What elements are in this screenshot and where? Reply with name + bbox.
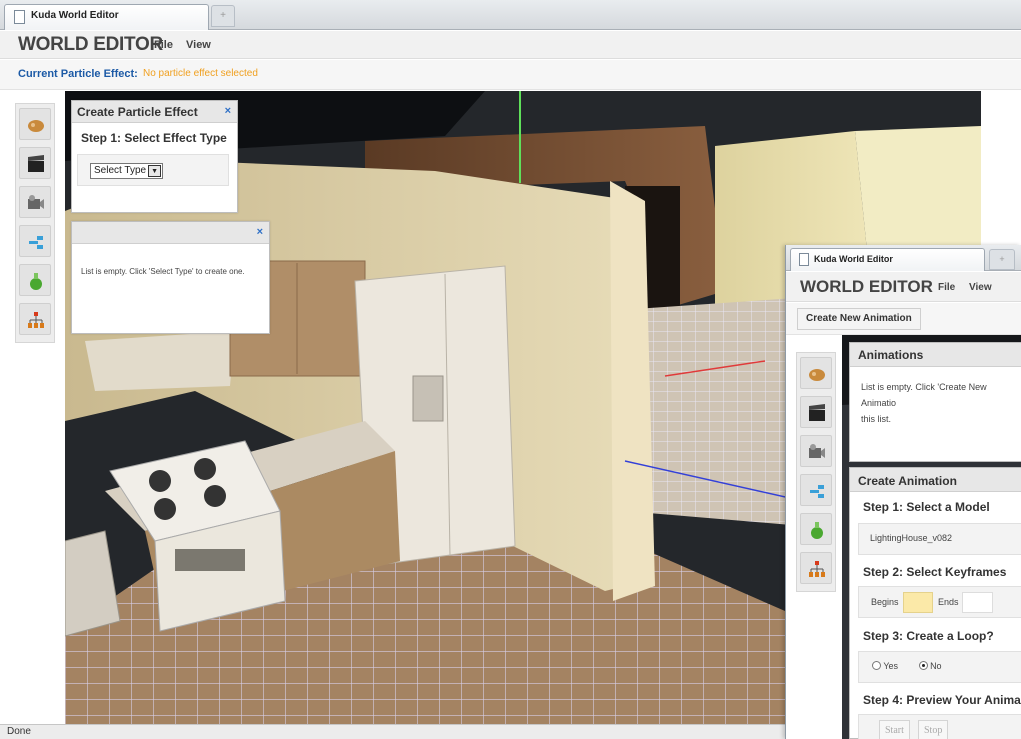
- anim-step3-title: Step 3: Create a Loop?: [863, 629, 994, 643]
- current-effect-value: No particle effect selected: [143, 68, 258, 79]
- preview-row: Start Stop: [858, 714, 1021, 739]
- new-tab-button[interactable]: +: [211, 5, 235, 27]
- browser-tab-2[interactable]: Kuda World Editor: [790, 248, 985, 271]
- particle-list-header: ×: [72, 222, 269, 244]
- browser-tab-title-2: Kuda World Editor: [814, 254, 893, 264]
- menu-view-2[interactable]: View: [969, 282, 992, 293]
- second-editor-window: Kuda World Editor + WORLD EDITOR File Vi…: [785, 245, 1021, 739]
- create-particle-header: Create Particle Effect ×: [72, 101, 237, 123]
- animations-panel: Animations List is empty. Click 'Create …: [849, 342, 1021, 462]
- hedgehog-icon: [28, 120, 44, 132]
- current-effect-bar: Current Particle Effect: No particle eff…: [0, 60, 1021, 90]
- tool-palette-2: [796, 352, 836, 592]
- potion-flask-icon: [811, 522, 823, 539]
- particle-list-panel: × List is empty. Click 'Select Type' to …: [71, 221, 270, 334]
- anim-step2-title: Step 2: Select Keyframes: [863, 565, 1007, 579]
- menu-view[interactable]: View: [186, 39, 211, 51]
- tool-button-hedgehog-2[interactable]: [800, 357, 832, 389]
- model-select-value: LightingHouse_v082: [870, 533, 953, 543]
- ends-label: Ends: [938, 597, 959, 607]
- animations-empty-message: List is empty. Click 'Create New Animati…: [850, 367, 1021, 427]
- video-camera-icon: [28, 195, 44, 209]
- tool-button-camera-2[interactable]: [800, 435, 832, 467]
- animation-action-bar: Create New Animation: [786, 303, 1021, 335]
- tool-button-hedgehog[interactable]: [19, 108, 51, 140]
- create-animation-title: Create Animation: [850, 468, 1021, 492]
- browser-tab[interactable]: Kuda World Editor: [4, 4, 209, 30]
- tool-button-clapperboard[interactable]: [19, 147, 51, 179]
- tool-button-connection-2[interactable]: [800, 474, 832, 506]
- create-particle-panel: Create Particle Effect × Step 1: Select …: [71, 100, 238, 213]
- status-text: Done: [7, 726, 31, 737]
- model-select[interactable]: LightingHouse_v082: [858, 523, 1021, 555]
- tool-button-camera[interactable]: [19, 186, 51, 218]
- tool-button-hierarchy-2[interactable]: [800, 552, 832, 584]
- keyframes-row: Begins Ends: [858, 586, 1021, 618]
- loop-row: Yes No: [858, 651, 1021, 683]
- video-camera-icon: [809, 444, 825, 458]
- begins-input[interactable]: [903, 592, 933, 613]
- clapperboard-icon: [28, 155, 44, 172]
- connection-icon: [810, 485, 824, 498]
- effect-type-row: Select Type ▼: [77, 154, 229, 186]
- tool-palette: [15, 103, 55, 343]
- effect-type-select[interactable]: Select Type ▼: [90, 163, 164, 179]
- hierarchy-icon: [28, 312, 44, 328]
- app-title: WORLD EDITOR: [18, 34, 163, 55]
- hedgehog-icon: [809, 369, 825, 381]
- menu-file[interactable]: File: [154, 39, 173, 51]
- animations-message-line2: this list.: [861, 414, 892, 424]
- hierarchy-icon: [809, 561, 825, 577]
- menu-file-2[interactable]: File: [938, 282, 955, 293]
- tool-button-hierarchy[interactable]: [19, 303, 51, 335]
- clapperboard-icon: [809, 404, 825, 421]
- chevron-down-icon: ▼: [148, 165, 162, 177]
- animations-title: Animations: [850, 343, 1021, 367]
- create-animation-panel: Create Animation Step 1: Select a Model …: [849, 467, 1021, 739]
- loop-yes-radio[interactable]: [872, 661, 881, 670]
- current-effect-label: Current Particle Effect:: [18, 68, 138, 80]
- editor-header: WORLD EDITOR File View: [0, 31, 1021, 59]
- animations-message-line1: List is empty. Click 'Create New Animati…: [861, 382, 987, 408]
- close-icon[interactable]: ×: [257, 226, 263, 238]
- potion-flask-icon: [30, 273, 42, 290]
- new-tab-button-2[interactable]: +: [989, 249, 1015, 270]
- begins-label: Begins: [871, 597, 899, 607]
- start-button[interactable]: Start: [879, 720, 910, 739]
- particle-list-empty-message: List is empty. Click 'Select Type' to cr…: [81, 267, 245, 276]
- tool-button-potion[interactable]: [19, 264, 51, 296]
- browser-tab-bar: Kuda World Editor +: [0, 0, 1021, 30]
- connection-icon: [29, 236, 43, 249]
- ends-input[interactable]: [962, 592, 993, 613]
- loop-no-radio[interactable]: [918, 661, 928, 670]
- tool-button-clapperboard-2[interactable]: [800, 396, 832, 428]
- loop-no-label: No: [930, 661, 942, 671]
- create-new-animation-button[interactable]: Create New Animation: [797, 308, 921, 330]
- stop-button[interactable]: Stop: [918, 720, 949, 739]
- app-title-2: WORLD EDITOR: [800, 277, 933, 296]
- loop-yes-label: Yes: [883, 661, 899, 671]
- tool-button-connection[interactable]: [19, 225, 51, 257]
- anim-step1-title: Step 1: Select a Model: [863, 500, 990, 514]
- document-icon: [799, 253, 809, 266]
- close-icon[interactable]: ×: [225, 105, 231, 117]
- anim-step4-title: Step 4: Preview Your Anima: [863, 693, 1021, 707]
- document-icon: [14, 10, 25, 24]
- browser-tab-bar-2: Kuda World Editor +: [786, 245, 1021, 271]
- create-particle-title: Create Particle Effect: [77, 105, 198, 119]
- tool-button-potion-2[interactable]: [800, 513, 832, 545]
- browser-tab-title: Kuda World Editor: [31, 10, 119, 21]
- effect-type-select-value: Select Type: [94, 165, 147, 176]
- step1-title: Step 1: Select Effect Type: [81, 131, 227, 145]
- editor-header-2: WORLD EDITOR File View: [786, 272, 1021, 302]
